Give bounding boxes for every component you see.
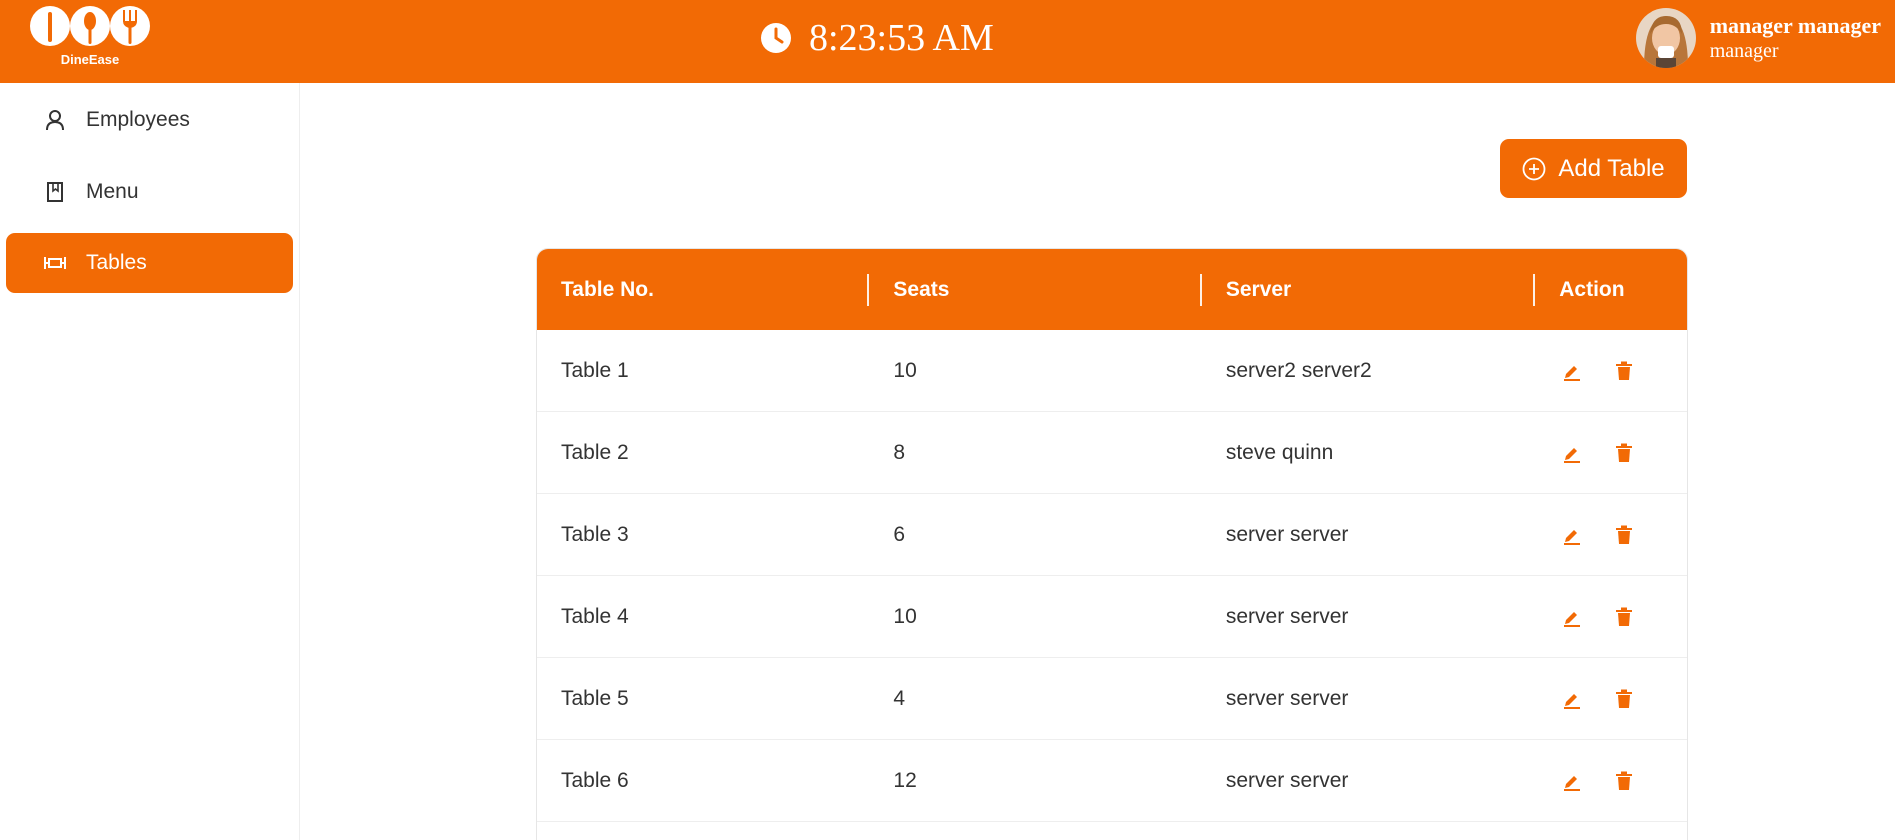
cell-seats: 6 [893, 522, 906, 546]
trash-icon[interactable] [1613, 770, 1635, 792]
user-role: manager [1709, 40, 1779, 62]
cell-table-no: Table 4 [561, 604, 629, 628]
cell-table-no: Table 2 [561, 440, 629, 464]
clock-time: 8:23:53 AM [809, 17, 994, 59]
sidebar-item-employees[interactable]: Employees [6, 90, 293, 150]
cell-server: server2 server2 [1225, 358, 1372, 382]
edit-icon[interactable] [1561, 360, 1583, 382]
table-row[interactable]: Table 6 12 server server [537, 740, 1687, 822]
cell-seats: 12 [893, 768, 917, 792]
table-header: Table No. Seats Server Action [537, 249, 1687, 330]
edit-icon[interactable] [1561, 606, 1583, 628]
cell-table-no: Table 3 [561, 522, 629, 546]
sidebar-item-tables[interactable]: Tables [6, 233, 293, 293]
cell-server: server server [1225, 604, 1349, 628]
cell-seats: 8 [893, 440, 906, 464]
logo-icon [30, 6, 150, 46]
table-row[interactable]: Table 1 10 server2 server2 [537, 330, 1687, 412]
user-profile[interactable]: manager manager manager [1635, 8, 1881, 68]
table-icon [42, 250, 68, 276]
app-logo[interactable]: DineEase [28, 2, 152, 68]
user-icon [42, 107, 68, 133]
sidebar-item-label: Menu [86, 180, 139, 203]
table-row[interactable]: Table 3 6 server server [537, 494, 1687, 576]
trash-icon[interactable] [1613, 524, 1635, 546]
edit-icon[interactable] [1561, 442, 1583, 464]
trash-icon[interactable] [1613, 688, 1635, 710]
edit-icon[interactable] [1561, 770, 1583, 792]
cell-server: server server [1225, 768, 1349, 792]
cell-actions [1535, 658, 1687, 739]
cell-server: server server [1225, 686, 1349, 710]
clock: 8:23:53 AM [760, 16, 994, 60]
sidebar: Employees Menu Tables [0, 83, 300, 840]
user-info: manager manager manager [1710, 13, 1881, 63]
cell-table-no: Table 1 [561, 358, 629, 382]
sidebar-item-label: Employees [86, 108, 190, 131]
sidebar-item-label: Tables [86, 251, 147, 274]
add-table-label: Add Table [1558, 154, 1665, 182]
add-table-button[interactable]: Add Table [1500, 139, 1687, 198]
column-header-server[interactable]: Server [1202, 249, 1536, 330]
avatar-image [1635, 8, 1696, 68]
plus-circle-icon [1522, 157, 1546, 180]
cell-actions [1535, 740, 1687, 821]
logo-text: DineEase [60, 52, 120, 67]
table-row[interactable]: Table 5 4 server server [537, 658, 1687, 740]
user-name: manager manager [1709, 13, 1881, 38]
table-row[interactable]: Table 2 8 steve quinn [537, 412, 1687, 494]
sidebar-item-menu[interactable]: Menu [6, 162, 293, 222]
column-header-table-no[interactable]: Table No. [537, 249, 870, 330]
trash-icon[interactable] [1613, 360, 1635, 382]
cell-seats: 4 [893, 686, 906, 710]
cell-actions [1535, 494, 1687, 575]
cell-server: steve quinn [1225, 440, 1334, 464]
edit-icon[interactable] [1561, 524, 1583, 546]
cell-seats: 10 [893, 358, 917, 382]
cell-actions [1535, 412, 1687, 493]
tables-table: Table No. Seats Server Action Table 1 10… [536, 248, 1688, 840]
trash-icon[interactable] [1613, 442, 1635, 464]
trash-icon[interactable] [1613, 606, 1635, 628]
cell-seats: 10 [893, 604, 917, 628]
top-bar: DineEase 8:23:53 AM manager manager mana… [0, 0, 1895, 83]
edit-icon[interactable] [1561, 688, 1583, 710]
column-header-action: Action [1559, 277, 1625, 301]
table-row[interactable]: Table 4 10 server server [537, 576, 1687, 658]
cell-server: server server [1225, 522, 1349, 546]
cell-actions [1535, 330, 1687, 411]
cell-table-no: Table 5 [561, 686, 629, 710]
book-icon [42, 179, 68, 205]
cell-table-no: Table 6 [561, 768, 629, 792]
cell-actions [1535, 576, 1687, 657]
clock-icon [761, 23, 791, 53]
column-header-seats[interactable]: Seats [869, 249, 1203, 330]
avatar[interactable] [1635, 8, 1696, 68]
